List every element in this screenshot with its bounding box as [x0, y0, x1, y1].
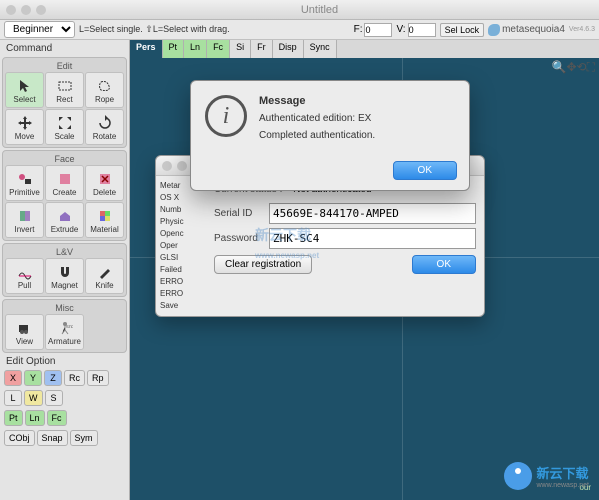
tab-disp[interactable]: Disp: [273, 40, 304, 58]
rope-icon: [97, 77, 113, 95]
chip-z[interactable]: Z: [44, 370, 62, 386]
chip-l[interactable]: L: [4, 390, 22, 406]
tab-si[interactable]: Si: [230, 40, 251, 58]
edit-section: Edit Select Rect Rope Move Scale Rotate: [2, 57, 127, 148]
chip-cobj[interactable]: CObj: [4, 430, 35, 446]
lws-chips: L W S: [2, 388, 127, 408]
rotate-tool[interactable]: Rotate: [85, 109, 124, 145]
lv-section: L&V Pull Magnet Knife: [2, 243, 127, 297]
face-section: Face Primitive Create Delete Invert Extr…: [2, 150, 127, 241]
chip-y[interactable]: Y: [24, 370, 42, 386]
toolbar: Beginner L=Select single. ⇧L=Select with…: [0, 20, 599, 40]
reg-ok-button[interactable]: OK: [412, 255, 476, 274]
serial-label: Serial ID: [214, 208, 269, 219]
sel-lock-button[interactable]: Sel Lock: [440, 23, 485, 37]
logo-icon: [488, 24, 500, 36]
magnet-icon: [57, 263, 73, 281]
obj-chips: CObj Snap Sym: [2, 428, 127, 448]
rope-tool[interactable]: Rope: [85, 72, 124, 108]
watermark-icon: [504, 462, 532, 490]
clear-registration-button[interactable]: Clear registration: [214, 255, 312, 274]
version-text: Ver4.6.3: [569, 26, 595, 33]
sidebar: Command Edit Select Rect Rope Move Scale…: [0, 40, 130, 500]
material-icon: [97, 207, 113, 225]
create-tool[interactable]: Create: [45, 165, 84, 201]
scale-icon: [57, 114, 73, 132]
delete-tool[interactable]: Delete: [85, 165, 124, 201]
chip-rp[interactable]: Rp: [87, 370, 109, 386]
create-icon: [57, 170, 73, 188]
primitive-icon: [17, 170, 33, 188]
chip-x[interactable]: X: [4, 370, 22, 386]
knife-tool[interactable]: Knife: [85, 258, 124, 294]
view-tool[interactable]: View: [5, 314, 44, 350]
serial-input[interactable]: [269, 203, 476, 224]
material-tool[interactable]: Material: [85, 202, 124, 238]
cursor-icon: [17, 77, 33, 95]
command-header: Command: [2, 42, 127, 55]
tab-fr[interactable]: Fr: [251, 40, 273, 58]
tab-sync[interactable]: Sync: [304, 40, 337, 58]
rect-icon: [57, 77, 73, 95]
hint-text: L=Select single. ⇧L=Select with drag.: [79, 24, 230, 35]
chip-pt[interactable]: Pt: [4, 410, 23, 426]
magnet-tool[interactable]: Magnet: [45, 258, 84, 294]
edit-option-header: Edit Option: [2, 355, 127, 368]
titlebar: Untitled: [0, 0, 599, 20]
tab-pers[interactable]: Pers: [130, 40, 163, 58]
password-input[interactable]: [269, 228, 476, 249]
tab-pt[interactable]: Pt: [163, 40, 185, 58]
message-dialog: i Message Authenticated edition: EX Comp…: [190, 80, 470, 191]
chip-snap[interactable]: Snap: [37, 430, 68, 446]
watermark-corner: 新云下载 www.newasp.net: [504, 462, 589, 490]
primitive-tool[interactable]: Primitive: [5, 165, 44, 201]
chip-ln[interactable]: Ln: [25, 410, 45, 426]
svg-text:STD: STD: [66, 324, 73, 329]
info-icon: i: [205, 95, 247, 137]
chip-w[interactable]: W: [24, 390, 43, 406]
pull-tool[interactable]: Pull: [5, 258, 44, 294]
chip-rc[interactable]: Rc: [64, 370, 85, 386]
scale-tool[interactable]: Scale: [45, 109, 84, 145]
armature-tool[interactable]: STDArmature: [45, 314, 84, 350]
invert-icon: [17, 207, 33, 225]
extrude-tool[interactable]: Extrude: [45, 202, 84, 238]
tab-fc[interactable]: Fc: [207, 40, 230, 58]
ptlnfc-chips: Pt Ln Fc: [2, 408, 127, 428]
v-input[interactable]: [408, 23, 436, 37]
v-field: V:: [396, 23, 435, 37]
password-label: Password: [214, 233, 269, 244]
msg-line2: Completed authentication.: [259, 130, 455, 141]
branding: metasequoia4: [488, 24, 565, 36]
view-tabs: Pers Pt Ln Fc Si Fr Disp Sync: [130, 40, 599, 58]
misc-section: Misc View STDArmature: [2, 299, 127, 353]
f-field: F:: [354, 23, 393, 37]
extrude-icon: [57, 207, 73, 225]
f-input[interactable]: [364, 23, 392, 37]
msg-header: Message: [259, 95, 455, 107]
chip-fc[interactable]: Fc: [47, 410, 67, 426]
level-dropdown[interactable]: Beginner: [4, 21, 75, 38]
invert-tool[interactable]: Invert: [5, 202, 44, 238]
pull-icon: [17, 263, 33, 281]
knife-icon: [97, 263, 113, 281]
reg-info-panel: MetarOS X NumbPhysic OpencOper GLSIFaile…: [156, 176, 206, 316]
armature-icon: STD: [57, 319, 73, 337]
camera-icon: [17, 319, 33, 337]
window-controls[interactable]: [6, 5, 46, 15]
msg-line1: Authenticated edition: EX: [259, 113, 455, 124]
move-icon: [17, 114, 33, 132]
window-title: Untitled: [46, 4, 593, 16]
select-tool[interactable]: Select: [5, 72, 44, 108]
msg-ok-button[interactable]: OK: [393, 161, 457, 180]
chip-s[interactable]: S: [45, 390, 63, 406]
rect-tool[interactable]: Rect: [45, 72, 84, 108]
rotate-icon: [97, 114, 113, 132]
delete-icon: [97, 170, 113, 188]
chip-sym[interactable]: Sym: [70, 430, 98, 446]
tab-ln[interactable]: Ln: [184, 40, 207, 58]
xyz-chips: X Y Z Rc Rp: [2, 368, 127, 388]
move-tool[interactable]: Move: [5, 109, 44, 145]
